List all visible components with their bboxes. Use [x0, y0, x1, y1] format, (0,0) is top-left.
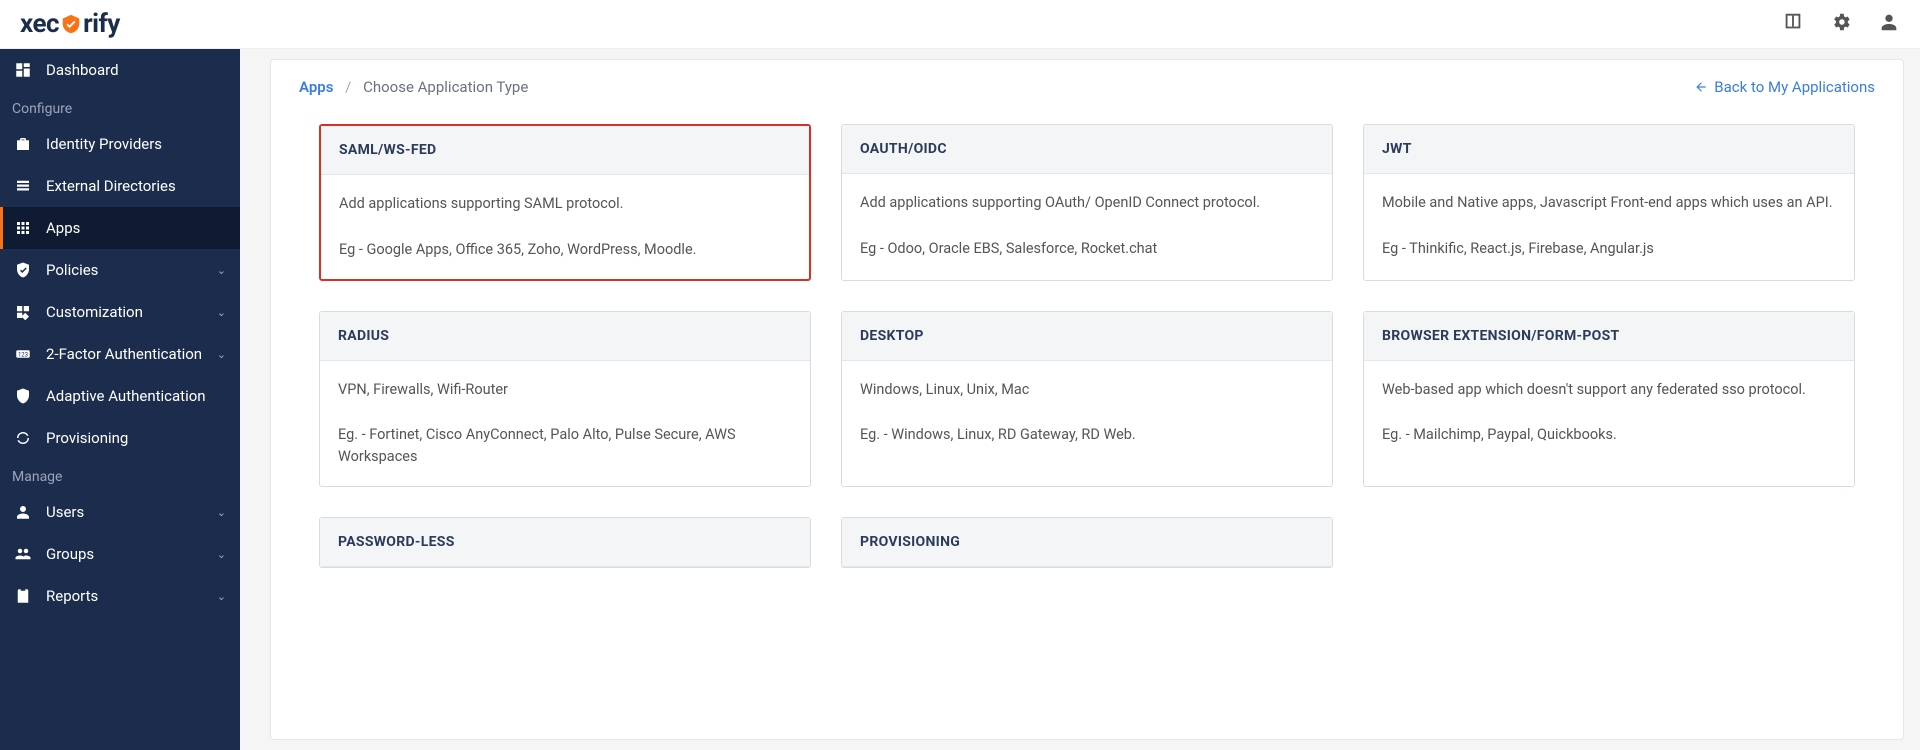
widgets-icon — [14, 303, 32, 321]
logo-text-post: rify — [83, 9, 120, 39]
sidebar-item-apps[interactable]: Apps — [0, 207, 240, 249]
card-desc: Add applications supporting OAuth/ OpenI… — [860, 192, 1314, 214]
briefcase-icon — [14, 135, 32, 153]
sync-icon — [14, 429, 32, 447]
chevron-down-icon: ⌄ — [217, 348, 226, 361]
card-saml[interactable]: SAML/WS-FED Add applications supporting … — [319, 124, 811, 281]
card-radius[interactable]: RADIUS VPN, Firewalls, Wifi-Router Eg. -… — [319, 311, 811, 487]
back-link-label: Back to My Applications — [1714, 78, 1875, 96]
sidebar-label: Policies — [46, 261, 98, 279]
sidebar-label: Provisioning — [46, 429, 128, 447]
sidebar-label: External Directories — [46, 177, 176, 195]
sidebar-label: Apps — [46, 219, 80, 237]
card-title: PASSWORD-LESS — [320, 518, 810, 567]
card-jwt[interactable]: JWT Mobile and Native apps, Javascript F… — [1363, 124, 1855, 281]
sidebar-item-users[interactable]: Users ⌄ — [0, 491, 240, 533]
person-icon — [14, 503, 32, 521]
cards-grid: SAML/WS-FED Add applications supporting … — [299, 124, 1875, 568]
card-eg: Eg - Odoo, Oracle EBS, Salesforce, Rocke… — [860, 238, 1314, 260]
card-oauth[interactable]: OAUTH/OIDC Add applications supporting O… — [841, 124, 1333, 281]
chevron-down-icon: ⌄ — [217, 306, 226, 319]
people-icon — [14, 545, 32, 563]
breadcrumb: Apps / Choose Application Type — [299, 78, 528, 96]
gear-icon[interactable] — [1830, 11, 1852, 37]
card-title: OAUTH/OIDC — [842, 125, 1332, 174]
card-prov[interactable]: PROVISIONING — [841, 517, 1333, 568]
breadcrumb-row: Apps / Choose Application Type Back to M… — [299, 78, 1875, 96]
svg-text:123: 123 — [18, 351, 28, 358]
card-title: JWT — [1364, 125, 1854, 174]
back-link[interactable]: Back to My Applications — [1694, 78, 1875, 96]
list-icon — [14, 177, 32, 195]
panel: Apps / Choose Application Type Back to M… — [270, 59, 1904, 740]
sidebar-label: Users — [46, 503, 84, 521]
card-title: BROWSER EXTENSION/FORM-POST — [1364, 312, 1854, 361]
sidebar-item-customization[interactable]: Customization ⌄ — [0, 291, 240, 333]
card-eg: Eg - Thinkific, React.js, Firebase, Angu… — [1382, 238, 1836, 260]
sidebar-item-2fa[interactable]: 123 2-Factor Authentication ⌄ — [0, 333, 240, 375]
logo[interactable]: xec rify — [20, 9, 120, 39]
shield-icon — [14, 387, 32, 405]
card-title: RADIUS — [320, 312, 810, 361]
sidebar-item-reports[interactable]: Reports ⌄ — [0, 575, 240, 617]
sidebar-heading-configure: Configure — [0, 91, 240, 123]
logo-shield-icon — [60, 13, 82, 35]
sidebar-heading-manage: Manage — [0, 459, 240, 491]
card-desktop[interactable]: DESKTOP Windows, Linux, Unix, Mac Eg. - … — [841, 311, 1333, 487]
sidebar-label: 2-Factor Authentication — [46, 345, 202, 363]
sidebar-label: Customization — [46, 303, 143, 321]
breadcrumb-sep: / — [345, 78, 351, 96]
arrow-left-icon — [1694, 80, 1708, 94]
logo-text-pre: xec — [20, 9, 59, 39]
card-eg: Eg. - Fortinet, Cisco AnyConnect, Palo A… — [338, 424, 792, 468]
sidebar-label: Dashboard — [46, 61, 119, 79]
sidebar-item-policies[interactable]: Policies ⌄ — [0, 249, 240, 291]
sidebar-label: Identity Providers — [46, 135, 162, 153]
card-title: SAML/WS-FED — [321, 126, 809, 175]
card-eg: Eg. - Windows, Linux, RD Gateway, RD Web… — [860, 424, 1314, 446]
sidebar-item-idp[interactable]: Identity Providers — [0, 123, 240, 165]
main-content: Apps / Choose Application Type Back to M… — [240, 49, 1920, 750]
book-icon[interactable] — [1782, 11, 1804, 37]
card-browser[interactable]: BROWSER EXTENSION/FORM-POST Web-based ap… — [1363, 311, 1855, 487]
card-desc: Add applications supporting SAML protoco… — [339, 193, 791, 215]
chevron-down-icon: ⌄ — [217, 590, 226, 603]
breadcrumb-apps[interactable]: Apps — [299, 78, 333, 96]
sidebar-item-provisioning[interactable]: Provisioning — [0, 417, 240, 459]
clipboard-icon — [14, 587, 32, 605]
sidebar-label: Groups — [46, 545, 94, 563]
chevron-down-icon: ⌄ — [217, 548, 226, 561]
apps-icon — [14, 219, 32, 237]
breadcrumb-current: Choose Application Type — [363, 78, 528, 96]
sidebar-item-groups[interactable]: Groups ⌄ — [0, 533, 240, 575]
sidebar-item-dashboard[interactable]: Dashboard — [0, 49, 240, 91]
user-icon[interactable] — [1878, 11, 1900, 37]
card-eg: Eg. - Mailchimp, Paypal, Quickbooks. — [1382, 424, 1836, 446]
card-title: PROVISIONING — [842, 518, 1332, 567]
card-desc: Web-based app which doesn't support any … — [1382, 379, 1836, 401]
card-title: DESKTOP — [842, 312, 1332, 361]
sidebar-item-adaptive[interactable]: Adaptive Authentication — [0, 375, 240, 417]
sidebar: Dashboard Configure Identity Providers E… — [0, 49, 240, 750]
card-pwless[interactable]: PASSWORD-LESS — [319, 517, 811, 568]
card-desc: Mobile and Native apps, Javascript Front… — [1382, 192, 1836, 214]
topbar-icons — [1782, 11, 1900, 37]
sidebar-item-extdir[interactable]: External Directories — [0, 165, 240, 207]
sidebar-label: Adaptive Authentication — [46, 387, 206, 405]
card-eg: Eg - Google Apps, Office 365, Zoho, Word… — [339, 239, 791, 261]
topbar: xec rify — [0, 0, 1920, 49]
chevron-down-icon: ⌄ — [217, 506, 226, 519]
sidebar-label: Reports — [46, 587, 98, 605]
shield-check-icon — [14, 261, 32, 279]
pin-icon: 123 — [14, 345, 32, 363]
dashboard-icon — [14, 61, 32, 79]
chevron-down-icon: ⌄ — [217, 264, 226, 277]
card-desc: VPN, Firewalls, Wifi-Router — [338, 379, 792, 401]
card-desc: Windows, Linux, Unix, Mac — [860, 379, 1314, 401]
